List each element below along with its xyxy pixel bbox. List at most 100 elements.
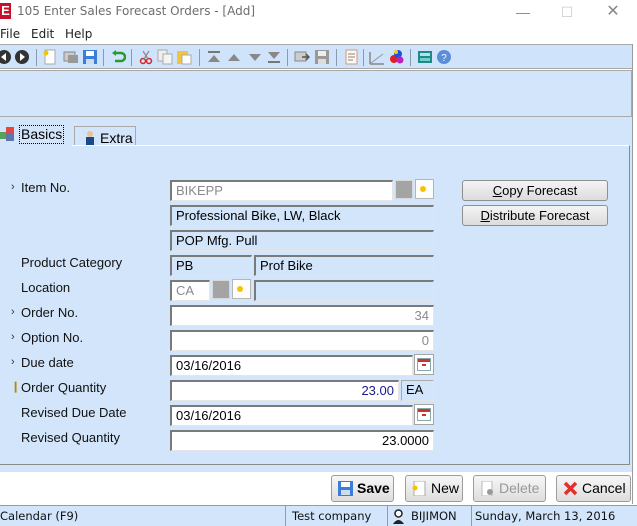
toolbar-separator xyxy=(287,49,288,66)
order-no-input[interactable]: 34 xyxy=(170,305,434,326)
delete-icon xyxy=(481,481,493,496)
order-quantity-input[interactable]: 23.00 xyxy=(170,380,399,401)
toolbar-separator xyxy=(336,49,337,66)
product-category-description: Prof Bike xyxy=(254,255,434,276)
save-icon[interactable] xyxy=(82,49,98,65)
cancel-label: Cancel xyxy=(582,480,626,496)
toolbar-separator xyxy=(363,49,364,66)
location-input[interactable]: CA xyxy=(170,280,210,301)
item-lookup-button[interactable] xyxy=(395,180,413,199)
tab-basics-label: Basics xyxy=(19,125,65,144)
cancel-button[interactable]: Cancel xyxy=(556,475,631,502)
item-description: Professional Bike, LW, Black xyxy=(170,205,434,226)
required-marker: › xyxy=(11,331,15,343)
copy-icon[interactable] xyxy=(157,49,173,65)
item-new-button[interactable] xyxy=(415,179,434,199)
star-icon xyxy=(237,286,243,292)
title-bar: E 105 Enter Sales Forecast Orders - [Add… xyxy=(0,0,637,24)
revised-quantity-input[interactable]: 23.0000 xyxy=(170,430,434,451)
required-marker: › xyxy=(11,356,15,368)
svg-text:?: ? xyxy=(441,53,447,64)
new-label: New xyxy=(431,480,460,496)
distribute-forecast-mnemonic: D xyxy=(480,208,490,223)
menu-help[interactable]: Help xyxy=(65,27,92,41)
calculator-icon[interactable] xyxy=(417,49,433,65)
close-button[interactable]: ✕ xyxy=(603,2,623,22)
copy-forecast-label: opy Forecast xyxy=(502,183,578,198)
save-icon xyxy=(338,481,353,496)
first-record-icon[interactable] xyxy=(206,49,222,65)
maximize-button[interactable]: ☐ xyxy=(557,2,577,22)
cubes-icon xyxy=(0,127,14,141)
window-border xyxy=(632,44,637,504)
minimize-button[interactable]: — xyxy=(513,2,533,22)
due-date-calendar-button[interactable] xyxy=(414,354,434,375)
status-hint: Calendar (F9) xyxy=(0,506,286,526)
item-no-label: Item No. xyxy=(21,180,71,195)
save-label: Save xyxy=(357,480,390,496)
toolbar-separator xyxy=(199,49,200,66)
copy-forecast-button[interactable]: Copy Forecast xyxy=(462,180,608,201)
menu-edit[interactable]: Edit xyxy=(31,27,54,41)
star-icon xyxy=(420,186,426,192)
status-bar: Calendar (F9) Test company BIJIMON Sunda… xyxy=(0,505,637,526)
location-lookup-button[interactable] xyxy=(212,280,230,299)
save-button[interactable]: Save xyxy=(331,475,394,502)
next-record-icon[interactable] xyxy=(247,49,263,65)
revised-quantity-label: Revised Quantity xyxy=(21,430,120,445)
delete-button[interactable]: Delete xyxy=(473,475,546,502)
required-marker: › xyxy=(11,306,15,318)
item-no-input[interactable]: BIKEPP xyxy=(170,180,393,201)
app-icon: E xyxy=(0,3,11,19)
revised-due-date-calendar-button[interactable] xyxy=(414,404,434,425)
option-no-input[interactable]: 0 xyxy=(170,330,434,351)
delete-label: Delete xyxy=(499,480,540,496)
product-category-label: Product Category xyxy=(21,255,123,270)
status-user: BIJIMON xyxy=(388,506,472,526)
status-date: Sunday, March 13, 2016 xyxy=(475,509,616,523)
menu-bar: File Edit Help xyxy=(0,24,637,44)
chart-icon[interactable] xyxy=(369,49,385,65)
undo-icon[interactable] xyxy=(110,49,126,65)
calendar-icon xyxy=(417,358,431,371)
export-icon[interactable] xyxy=(294,49,310,65)
product-category-code: PB xyxy=(170,255,252,276)
previous-record-icon[interactable] xyxy=(226,49,242,65)
copy-forecast-mnemonic: C xyxy=(492,183,503,198)
mandatory-marker: ❙ xyxy=(11,381,21,393)
required-marker: › xyxy=(11,181,15,193)
copy-record-icon[interactable] xyxy=(63,49,79,65)
due-date-label: Due date xyxy=(21,355,74,370)
status-company: Test company xyxy=(289,506,388,526)
forward-icon[interactable] xyxy=(14,49,30,65)
order-quantity-uom: EA xyxy=(401,380,434,401)
toolbar-separator xyxy=(103,49,104,66)
save-disk-icon[interactable] xyxy=(314,49,330,65)
new-icon[interactable] xyxy=(42,49,58,65)
last-record-icon[interactable] xyxy=(266,49,282,65)
revised-due-date-input[interactable]: 03/16/2016 xyxy=(170,405,413,426)
status-user-name: BIJIMON xyxy=(411,509,457,523)
user-icon xyxy=(393,509,404,524)
location-new-button[interactable] xyxy=(232,279,251,299)
paste-icon[interactable] xyxy=(176,49,192,65)
new-button[interactable]: New xyxy=(405,475,463,502)
location-label: Location xyxy=(21,280,71,295)
due-date-input[interactable]: 03/16/2016 xyxy=(170,355,413,376)
notes-icon[interactable] xyxy=(343,49,359,65)
cut-icon[interactable] xyxy=(138,49,154,65)
tab-basics[interactable]: Basics xyxy=(0,124,72,146)
header-panel xyxy=(0,70,632,117)
toolbar: ? xyxy=(0,44,637,69)
order-no-label: Order No. xyxy=(21,305,79,320)
user-icon xyxy=(86,131,94,145)
distribute-forecast-button[interactable]: Distribute Forecast xyxy=(462,205,608,226)
palette-icon[interactable] xyxy=(389,49,405,65)
back-icon[interactable] xyxy=(0,49,12,65)
menu-file[interactable]: File xyxy=(0,27,20,41)
toolbar-separator xyxy=(131,49,132,66)
toolbar-separator xyxy=(410,49,411,66)
order-quantity-label: Order Quantity xyxy=(21,380,107,395)
item-pull-type: POP Mfg. Pull xyxy=(170,230,434,251)
help-icon[interactable]: ? xyxy=(436,49,452,65)
